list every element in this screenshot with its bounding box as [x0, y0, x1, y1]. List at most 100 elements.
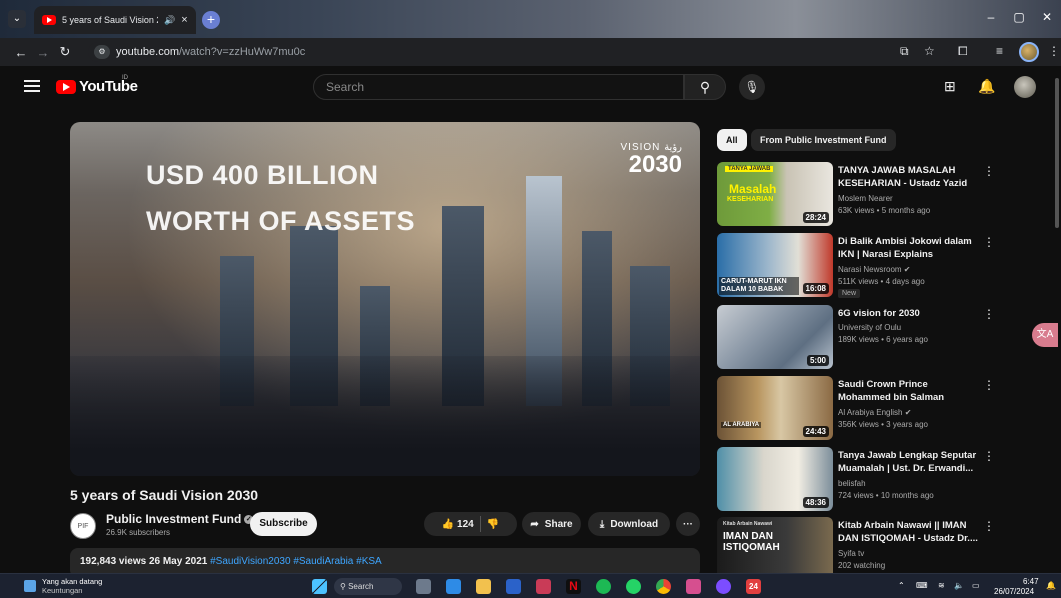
tab-title: 5 years of Saudi Vision 2030: [62, 15, 158, 25]
hamburger-menu-icon[interactable]: [24, 80, 40, 95]
kebab-menu-icon[interactable]: ⋮: [983, 235, 995, 249]
translate-button[interactable]: 文A: [1032, 323, 1058, 347]
thumbnail-caption: IMAN DAN ISTIQOMAH: [723, 531, 780, 553]
app-icon[interactable]: [536, 579, 551, 594]
search-input[interactable]: Search: [313, 74, 684, 100]
download-button[interactable]: ⤓ Download: [588, 512, 670, 536]
speaker-icon[interactable]: 🔊: [164, 15, 175, 26]
app-icon[interactable]: [716, 579, 731, 594]
recommendation-meta: 189K views • 6 years ago: [838, 335, 928, 344]
windows-start-icon[interactable]: [312, 579, 327, 594]
recommendation-item[interactable]: TANYA JAWAB Masalah KESEHARIAN 28:24 TAN…: [717, 162, 1047, 228]
kebab-menu-icon[interactable]: ⋮: [983, 378, 995, 392]
recommendation-thumbnail[interactable]: TANYA JAWAB Masalah KESEHARIAN 28:24: [717, 162, 833, 226]
address-bar[interactable]: ⚙ youtube.com /watch?v=zzHuWw7mu0c: [88, 42, 958, 62]
browser-menu-icon[interactable]: ⋮: [1048, 44, 1060, 58]
user-avatar[interactable]: [1014, 76, 1036, 98]
page-scrollbar[interactable]: [1055, 78, 1059, 228]
thumbnail-caption: TANYA JAWAB: [725, 166, 774, 172]
download-label: Download: [610, 518, 659, 530]
new-badge: New: [838, 289, 861, 298]
create-video-icon[interactable]: ⊞: [944, 78, 956, 95]
new-tab-button[interactable]: +: [202, 11, 220, 29]
browser-toolbar: ← → ↻ ⚙ youtube.com /watch?v=zzHuWw7mu0c…: [0, 38, 1061, 66]
recommendation-item[interactable]: 5:00 6G vision for 2030 University of Ou…: [717, 305, 1047, 371]
subscribe-button[interactable]: Subscribe: [250, 512, 317, 536]
widget-line-1: Yang akan datang: [42, 577, 103, 586]
recommendation-item[interactable]: 48:36 Tanya Jawab Lengkap Seputar Muamal…: [717, 447, 1047, 513]
volume-icon[interactable]: 🔈: [954, 581, 964, 590]
chip-all[interactable]: All: [717, 129, 747, 151]
video-duration: 16:08: [802, 283, 829, 294]
video-player[interactable]: USD 400 BILLION WORTH OF ASSETS VISION ر…: [70, 122, 700, 476]
clock-time[interactable]: 6:47: [1023, 577, 1039, 586]
task-view-icon[interactable]: [416, 579, 431, 594]
subscriber-count: 26.9K subscribers: [106, 528, 171, 537]
more-actions-button[interactable]: ···: [676, 512, 700, 536]
weather-widget-icon[interactable]: [24, 580, 36, 592]
kebab-menu-icon[interactable]: ⋮: [983, 307, 995, 321]
search-icon: ⚲: [340, 582, 346, 591]
chip-from-channel[interactable]: From Public Investment Fund: [751, 129, 896, 151]
recommendation-thumbnail[interactable]: Kitab Arbain Nawawi IMAN DAN ISTIQOMAH: [717, 517, 833, 573]
recommendation-item[interactable]: CARUT-MARUT IKN DALAM 10 BABAK 16:08 Di …: [717, 233, 1047, 299]
browser-profile-avatar[interactable]: [1019, 42, 1039, 62]
video-duration: 48:36: [802, 497, 829, 508]
wifi-icon[interactable]: ≋: [938, 581, 945, 590]
back-arrow-icon[interactable]: ←: [10, 45, 32, 60]
forward-arrow-icon[interactable]: →: [32, 45, 54, 60]
close-window-button[interactable]: ✕: [1037, 10, 1057, 24]
maximize-button[interactable]: ▢: [1009, 10, 1029, 24]
reading-list-icon[interactable]: ≡: [996, 44, 1003, 58]
app-icon[interactable]: [686, 579, 701, 594]
recommendation-thumbnail[interactable]: 48:36: [717, 447, 833, 511]
browser-tab-active[interactable]: 5 years of Saudi Vision 2030 🔊 ×: [34, 6, 196, 34]
recommendation-thumbnail[interactable]: AL ARABIYA 24:43: [717, 376, 833, 440]
site-info-icon[interactable]: ⚙: [94, 45, 110, 59]
minimize-button[interactable]: –: [981, 10, 1001, 24]
notification-bell-icon[interactable]: 🔔: [1046, 581, 1056, 590]
youtube-favicon-icon: [42, 15, 56, 25]
thumbs-down-icon: 👎: [486, 518, 500, 530]
spotify-icon[interactable]: [596, 579, 611, 594]
kebab-menu-icon[interactable]: ⋮: [983, 449, 995, 463]
widget-line-2: Keuntungan: [42, 586, 83, 595]
reload-icon[interactable]: ↻: [54, 44, 76, 60]
tab-search-chevron-icon[interactable]: ⌄: [8, 10, 26, 28]
file-explorer-icon[interactable]: [476, 579, 491, 594]
word-icon[interactable]: [506, 579, 521, 594]
chrome-icon[interactable]: [656, 579, 671, 594]
tab-close-icon[interactable]: ×: [181, 14, 187, 26]
like-count: 124: [457, 518, 474, 530]
channel-avatar[interactable]: PIF: [70, 513, 96, 539]
like-button[interactable]: 👍 124: [442, 519, 474, 530]
clock-date[interactable]: 26/07/2024: [994, 587, 1034, 596]
battery-icon[interactable]: ▭: [972, 581, 980, 590]
dislike-button[interactable]: 👎: [487, 519, 499, 530]
install-app-icon[interactable]: ⧉: [900, 44, 909, 59]
recommendation-item[interactable]: Kitab Arbain Nawawi IMAN DAN ISTIQOMAH K…: [717, 517, 1047, 573]
recommendation-meta: 202 watching: [838, 561, 886, 570]
recommendation-thumbnail[interactable]: CARUT-MARUT IKN DALAM 10 BABAK 16:08: [717, 233, 833, 297]
taskbar-search[interactable]: ⚲ Search: [334, 578, 402, 595]
recommendation-channel: Syifa tv: [838, 549, 865, 558]
notifications-bell-icon[interactable]: 🔔: [978, 78, 995, 95]
tray-chevron-icon[interactable]: ⌃: [898, 581, 905, 590]
kebab-menu-icon[interactable]: ⋮: [983, 519, 995, 533]
netflix-icon[interactable]: N: [566, 579, 581, 594]
kebab-menu-icon[interactable]: ⋮: [983, 164, 995, 178]
app-icon[interactable]: 24: [746, 579, 761, 594]
whatsapp-icon[interactable]: [626, 579, 641, 594]
hashtags[interactable]: #SaudiVision2030 #SaudiArabia #KSA: [210, 556, 382, 567]
recommendation-thumbnail[interactable]: 5:00: [717, 305, 833, 369]
thumbs-up-icon: 👍: [441, 518, 455, 530]
mail-icon[interactable]: [446, 579, 461, 594]
extensions-icon[interactable]: ⧠: [958, 44, 968, 59]
keyboard-icon[interactable]: ⌨: [916, 581, 928, 590]
channel-name[interactable]: Public Investment Fund ✓: [106, 512, 254, 526]
voice-search-button[interactable]: 🎙: [739, 74, 765, 100]
search-button[interactable]: ⚲: [684, 74, 726, 100]
bookmark-star-icon[interactable]: ☆: [924, 44, 935, 58]
share-button[interactable]: ➦ Share: [522, 512, 581, 536]
recommendation-item[interactable]: AL ARABIYA 24:43 Saudi Crown Prince Moha…: [717, 376, 1047, 442]
